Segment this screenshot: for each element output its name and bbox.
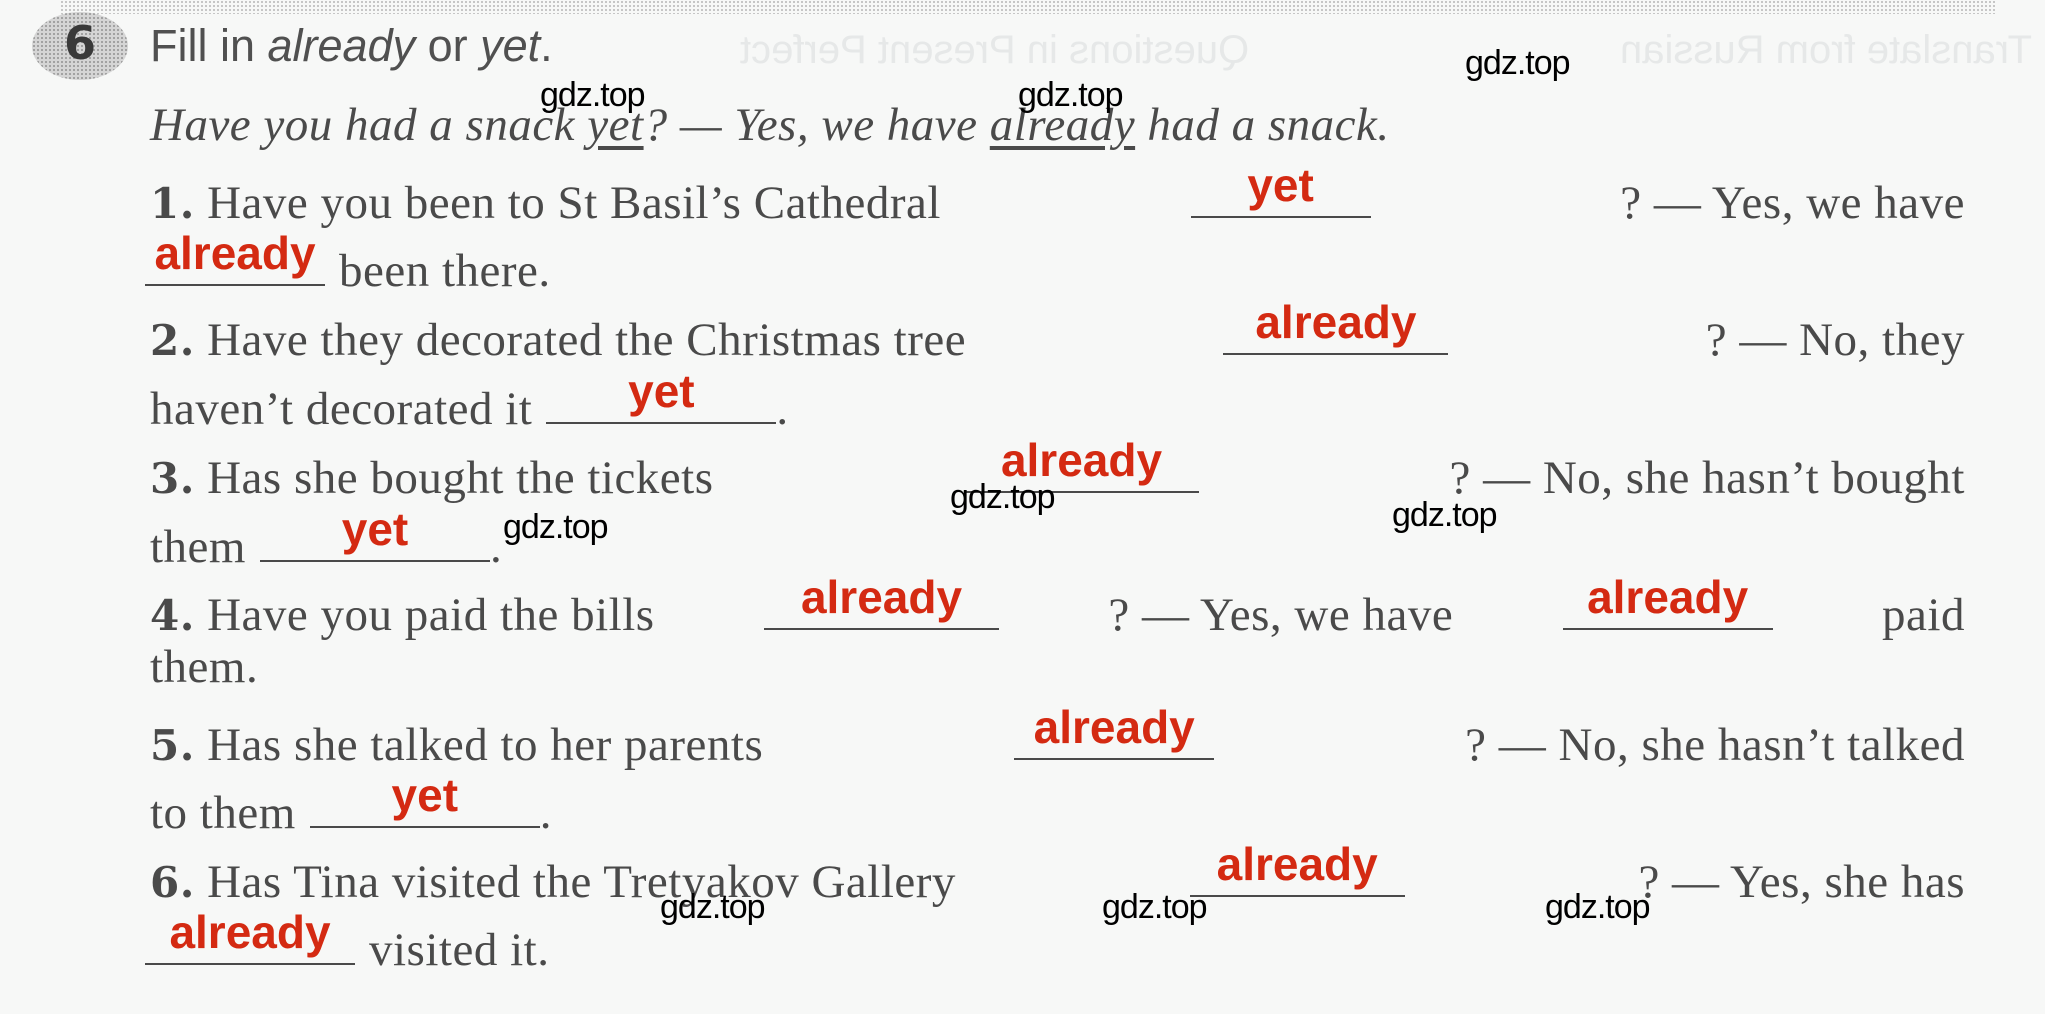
answer-text: already [169, 906, 331, 958]
answer-blank[interactable]: already [1014, 701, 1215, 760]
item-5-line-1: 5. Has she talked to her parents already… [150, 701, 1965, 771]
answer-text: yet [628, 365, 695, 417]
watermark: gdz.top [1018, 76, 1124, 114]
answer-text: already [1033, 701, 1195, 753]
bleed-through-text: Translate from Russian [1620, 28, 2032, 72]
exercise-number: 6 [63, 16, 96, 70]
item-6-line-1: 6. Has Tina visited the Tretyakov Galler… [150, 838, 1965, 908]
item-2-line-2: haven’t decorated it yet . [150, 365, 789, 435]
answer-text: already [1587, 571, 1749, 623]
watermark: gdz.top [503, 508, 609, 546]
exercise-instruction: Fill in already or yet. [150, 20, 553, 71]
item-3-line-1: 3. Has she bought the tickets already ? … [150, 434, 1965, 504]
answer-blank[interactable]: yet [259, 503, 490, 562]
answer-blank[interactable]: yet [1190, 159, 1371, 218]
item-4-line-1: 4. Have you paid the bills already ? — Y… [150, 571, 1965, 641]
answer-text: already [800, 571, 963, 623]
answer-text: yet [341, 503, 409, 555]
exercise-number-badge: 6 [32, 12, 128, 80]
answer-text: yet [391, 769, 459, 821]
item-5-line-2: to them yet . [150, 769, 553, 839]
answer-blank[interactable]: already [145, 227, 325, 286]
answer-text: yet [1247, 159, 1314, 211]
watermark: gdz.top [1102, 888, 1208, 926]
watermark: gdz.top [1465, 44, 1571, 82]
item-1-line-2: already been there. [145, 227, 1965, 302]
answer-blank[interactable]: yet [309, 769, 540, 828]
answer-blank[interactable]: already [1562, 571, 1773, 630]
watermark: gdz.top [540, 76, 646, 114]
answer-blank[interactable]: already [1223, 296, 1449, 355]
watermark: gdz.top [1392, 496, 1498, 534]
watermark: gdz.top [660, 888, 766, 926]
answer-blank[interactable]: already [145, 906, 355, 965]
item-4-line-2: them. [150, 641, 259, 693]
watermark: gdz.top [1545, 888, 1651, 926]
halftone-top-border [60, 0, 1995, 14]
answer-text: already [154, 227, 316, 279]
answer-text: already [1255, 296, 1417, 348]
watermark: gdz.top [950, 478, 1056, 516]
item-3-line-2: them yet . [150, 503, 503, 573]
answer-blank[interactable]: already [1189, 838, 1405, 897]
answer-text: already [1216, 838, 1378, 890]
answer-blank[interactable]: yet [546, 365, 777, 424]
bleed-through-text: Questions in Present Perfect [740, 28, 1250, 72]
item-6-line-2: already visited it. [145, 906, 1965, 981]
item-1-line-1: 1. Have you been to St Basil’s Cathedral… [150, 159, 1965, 229]
item-2-line-1: 2. Have they decorated the Christmas tre… [150, 296, 1965, 366]
answer-blank[interactable]: already [764, 571, 999, 630]
